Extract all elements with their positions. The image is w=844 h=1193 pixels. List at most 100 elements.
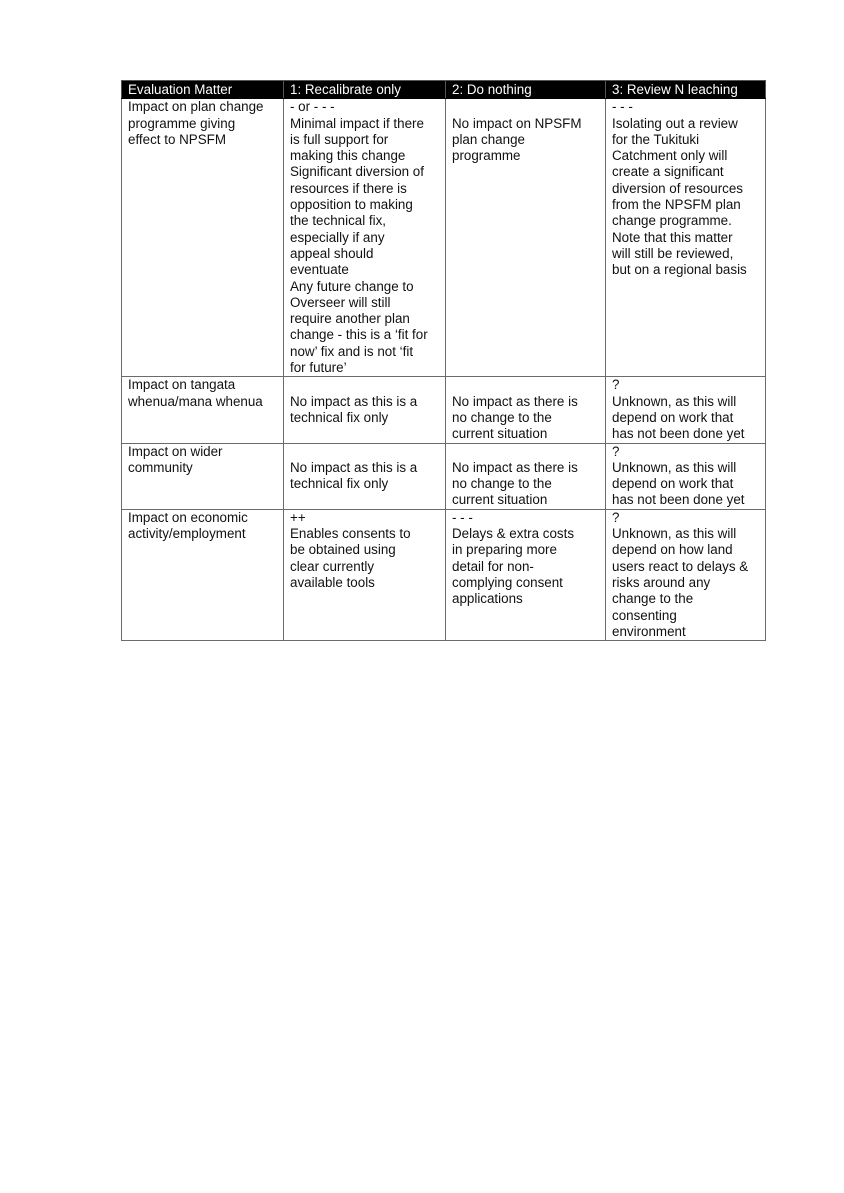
cell-text-line: complying consent	[452, 574, 563, 590]
cell-text-line: is full support for	[290, 131, 389, 147]
cell-text-line: Unknown, as this will	[612, 459, 737, 475]
cell-text-line: Note that this matter	[612, 229, 733, 245]
cell-text-line: especially if any	[290, 229, 385, 245]
cell-option1: - or - - - Minimal impact if there is full…	[283, 98, 446, 378]
cell-text-line: change to the	[612, 591, 694, 607]
cell-text-line: from the NPSFM plan	[612, 197, 741, 213]
cell-text-line: change programme.	[612, 213, 732, 229]
cell-text-line: Catchment only will	[612, 148, 728, 164]
cell-text-line: users react to delays &	[612, 558, 749, 574]
cell-text-line: technical fix only	[290, 476, 389, 492]
cell-text-line: resources if there is	[290, 180, 407, 196]
table-header-row: Evaluation Matter 1: Recalibrate only 2:…	[121, 79, 766, 100]
document-page: Evaluation Matter 1: Recalibrate only 2:…	[0, 0, 844, 1193]
cell-text-line: programme giving	[128, 115, 236, 131]
cell-option1: No impact as this is a technical fix only	[283, 376, 446, 444]
cell-text-line: effect to NPSFM	[128, 131, 226, 147]
cell-text-line: has not been done yet	[612, 492, 745, 508]
cell-text-line: No impact as this is a	[290, 459, 418, 475]
cell-evaluation-matter: Impact on economic activity/employment	[121, 508, 284, 642]
cell-text-line: depend on how land	[612, 542, 733, 558]
header-option-2: 2: Do nothing	[445, 79, 606, 100]
cell-text-line: No impact as there is	[452, 393, 578, 409]
cell-text-line: No impact as this is a	[290, 393, 418, 409]
cell-option3: - - - Isolating out a review for the Tukit…	[605, 98, 766, 378]
cell-text-line: Overseer will still	[290, 294, 391, 310]
cell-text-line: be obtained using	[290, 542, 396, 558]
cell-text-line: Minimal impact if there	[290, 115, 424, 131]
cell-text-line: No impact on NPSFM	[452, 115, 582, 131]
cell-text-line: eventuate	[290, 262, 349, 278]
cell-text-line: clear currently	[290, 558, 375, 574]
cell-text-line: whenua/mana whenua	[128, 393, 263, 409]
cell-text-line: now’ fix and is not ‘fit	[290, 343, 414, 359]
cell-option3: ? Unknown, as this will depend on how land…	[605, 508, 766, 642]
cell-text-line: has not been done yet	[612, 426, 745, 442]
cell-text-line: require another plan	[290, 311, 410, 327]
cell-text-line	[290, 377, 441, 393]
evaluation-table: Evaluation Matter 1: Recalibrate only 2:…	[121, 79, 766, 642]
cell-evaluation-matter: Impact on tangata whenua/mana whenua	[121, 376, 284, 444]
cell-text-line: detail for non-	[452, 558, 534, 574]
cell-option2: - - - Delays & extra costs in preparing mo…	[445, 508, 606, 642]
cell-text-line: community	[128, 459, 193, 475]
cell-evaluation-matter: Impact on plan change programme giving eff…	[121, 98, 284, 378]
cell-text-line: consenting	[612, 607, 677, 623]
cell-text-line	[452, 444, 601, 460]
cell-text-line: ?	[612, 377, 620, 393]
cell-text-line: no change to the	[452, 476, 552, 492]
cell-text-line: risks around any	[612, 574, 711, 590]
table-row: Impact on economic activity/employment ++ E…	[121, 508, 766, 642]
header-option-1: 1: Recalibrate only	[283, 79, 446, 100]
cell-text-line: environment	[612, 623, 686, 639]
cell-text-line: - or - - -	[290, 99, 335, 115]
cell-text-line: current situation	[452, 426, 548, 442]
cell-text-line: available tools	[290, 574, 375, 590]
cell-text-line: Impact on economic	[128, 509, 248, 525]
cell-option1: ++ Enables consents to be obtained using cl…	[283, 508, 446, 642]
cell-option2: No impact as there is no change to the cur…	[445, 442, 606, 510]
cell-text-line: diversion of resources	[612, 180, 743, 196]
cell-text-line: programme	[452, 148, 521, 164]
cell-text-line: activity/employment	[128, 526, 246, 542]
cell-text-line	[452, 377, 601, 393]
cell-evaluation-matter: Impact on wider community	[121, 442, 284, 510]
cell-text-line: appeal should	[290, 245, 374, 261]
cell-text-line: Unknown, as this will	[612, 393, 737, 409]
cell-option3: ? Unknown, as this will depend on work tha…	[605, 442, 766, 510]
cell-text-line	[290, 444, 441, 460]
cell-text-line: - - -	[452, 509, 473, 525]
cell-text-line: applications	[452, 591, 523, 607]
table-row: Impact on tangata whenua/mana whenua No im…	[121, 376, 766, 444]
cell-text-line: Significant diversion of	[290, 164, 424, 180]
cell-text-line: current situation	[452, 492, 548, 508]
cell-text-line: no change to the	[452, 409, 552, 425]
cell-option2: No impact on NPSFM plan change programme	[445, 98, 606, 378]
cell-option1: No impact as this is a technical fix only	[283, 442, 446, 510]
cell-text-line: depend on work that	[612, 409, 734, 425]
cell-text-line: Isolating out a review	[612, 115, 738, 131]
cell-text-line: making this change	[290, 148, 406, 164]
cell-text-line: plan change	[452, 131, 525, 147]
cell-text-line: for the Tukituki	[612, 131, 700, 147]
cell-text-line: Impact on plan change	[128, 99, 264, 115]
cell-text-line: Any future change to	[290, 278, 414, 294]
table-row: Impact on wider community No impact as thi…	[121, 442, 766, 510]
cell-text-line: ?	[612, 443, 620, 459]
cell-option2: No impact as there is no change to the cur…	[445, 376, 606, 444]
cell-text-line: in preparing more	[452, 542, 557, 558]
cell-text-line: but on a regional basis	[612, 262, 747, 278]
cell-text-line: will still be reviewed,	[612, 245, 734, 261]
cell-option3: ? Unknown, as this will depend on work tha…	[605, 376, 766, 444]
header-evaluation-matter: Evaluation Matter	[121, 79, 284, 100]
cell-text-line: ++	[290, 509, 306, 525]
cell-text-line	[452, 99, 601, 115]
cell-text-line: technical fix only	[290, 409, 389, 425]
cell-text-line: Unknown, as this will	[612, 526, 737, 542]
cell-text-line: Impact on wider	[128, 443, 223, 459]
table-row: Impact on plan change programme giving eff…	[121, 98, 766, 378]
cell-text-line: the technical fix,	[290, 213, 387, 229]
cell-text-line: depend on work that	[612, 476, 734, 492]
cell-text-line: opposition to making	[290, 197, 413, 213]
cell-text-line: Enables consents to	[290, 526, 411, 542]
